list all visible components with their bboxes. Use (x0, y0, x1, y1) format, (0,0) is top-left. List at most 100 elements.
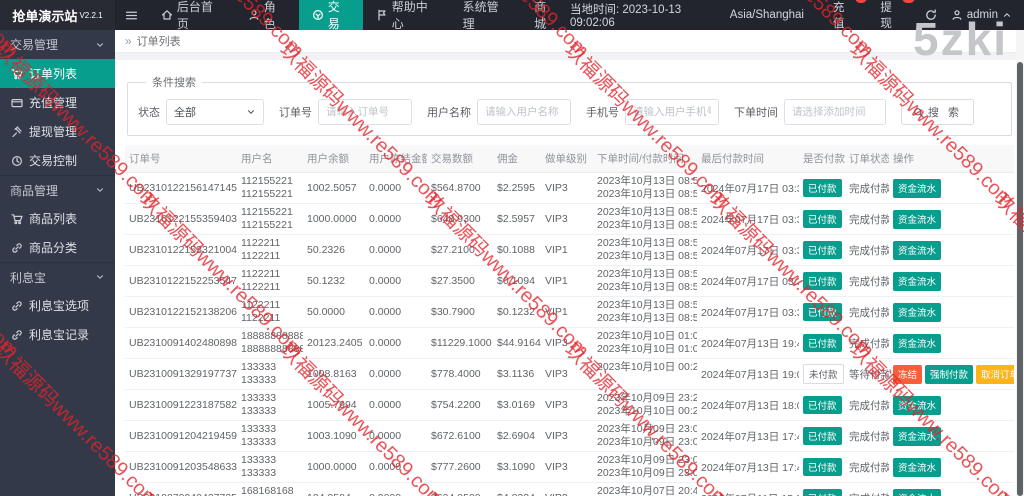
username-input[interactable] (477, 99, 571, 125)
column-header: 下单时间/付款时间 (593, 145, 697, 173)
action-button[interactable]: 资金流水 (893, 240, 942, 260)
user-balance: 50.0000 (303, 296, 365, 328)
order-time: 2023年10月09日 23:04:212023年10月09日 23:04:40 (593, 420, 697, 452)
user-balance: 50.2326 (303, 234, 365, 266)
status-select[interactable]: 全部 (166, 99, 264, 125)
table-row: UB2310091402480898 18888888888 18888888888… (125, 327, 1014, 359)
commission: $0.1094 (493, 265, 541, 297)
vertical-scrollbar[interactable] (1016, 30, 1024, 496)
frozen-amount: 0.0000 (365, 234, 427, 266)
user-balance: 1003.1090 (303, 420, 365, 452)
withdraw-badge: 0 (902, 0, 915, 3)
last-pay-time: 2024年07月11日 15:20:42 (697, 482, 799, 496)
sidebar-item[interactable]: 订单列表 (0, 59, 115, 88)
recharge-link[interactable]: 充值 3 (833, 0, 868, 31)
action-button[interactable]: 冻结 (893, 364, 923, 384)
user-menu[interactable]: admin (951, 9, 1012, 21)
commission: $2.6904 (493, 420, 541, 452)
level: VIP3 (541, 172, 593, 204)
sidebar-item[interactable]: 交易控制 (0, 146, 115, 175)
sidebar-group-title[interactable]: 利息宝 (0, 262, 115, 291)
trade-amount: $672.6100 (427, 420, 493, 452)
sidebar-item[interactable]: 利息宝记录 (0, 320, 115, 349)
action-button[interactable]: 资金流水 (893, 271, 942, 291)
order-status: 完成付款 (845, 451, 889, 483)
scrollbar-thumb[interactable] (1017, 62, 1023, 496)
withdraw-link[interactable]: 提现 0 (880, 0, 915, 31)
level: VIP3 (541, 389, 593, 421)
frozen-amount: 0.0000 (365, 451, 427, 483)
trade-amount: $754.2200 (427, 389, 493, 421)
action-button[interactable]: 取消订单 (976, 364, 1014, 384)
top-menu-item[interactable]: 商城 (521, 0, 570, 31)
level: VIP3 (541, 327, 593, 359)
action-button[interactable]: 资金流水 (893, 302, 942, 322)
content: 条件搜索 状态 全部 订单号 请输入订单号 用户名称 请输入用户名称 手机号 请… (115, 53, 1024, 496)
phone-input[interactable] (625, 99, 719, 125)
status-field: 状态 全部 (138, 99, 264, 125)
level: VIP3 (541, 420, 593, 452)
last-pay-time: 2024年07月13日 17:43:54 (697, 451, 799, 483)
order-no: UB2310091203548633 (125, 451, 237, 483)
order-input[interactable] (318, 99, 412, 125)
sidebar-group-title[interactable]: 商品管理 (0, 175, 115, 204)
order-time: 2023年10月13日 08:52:132023年10月13日 08:52:17 (593, 296, 697, 328)
order-status: 完成付款 (845, 172, 889, 204)
level: VIP3 (541, 451, 593, 483)
user-name: 133333 133333 (237, 358, 303, 390)
top-menu-item[interactable]: 后台首页 (148, 0, 235, 31)
user-name: 168168168158484898884 (237, 482, 303, 496)
table-row: UB23100709404277351681681681584848988841… (125, 482, 1014, 496)
actions-cell: 资金流水 (889, 420, 1014, 452)
order-label: 订单号 (279, 107, 312, 119)
level: VIP1 (541, 234, 593, 266)
action-button[interactable]: 资金流水 (893, 457, 942, 477)
orders-table: 订单号 用户名 用户余额 用户冻结金额 交易数额 佣金 做单级别 下单时间/付款时间 最后付款时… (125, 145, 1014, 496)
user-name: 112155221 112155221 (237, 172, 303, 204)
commission: $0.1232 (493, 296, 541, 328)
cart-icon (11, 213, 23, 225)
coin-icon (312, 9, 324, 21)
top-menu-item[interactable]: 帮助中心 (363, 0, 450, 31)
refresh-icon[interactable] (925, 9, 937, 21)
column-header: 订单状态 (845, 145, 889, 173)
ordertime-input[interactable] (784, 99, 886, 125)
sidebar-item[interactable]: 商品列表 (0, 204, 115, 233)
order-no: UB2310122152138206 (125, 296, 237, 328)
action-button[interactable]: 资金流水 (893, 209, 942, 229)
column-header: 交易数额 (427, 145, 493, 173)
breadcrumb: » 订单列表 (115, 30, 1024, 53)
link-icon (11, 329, 23, 341)
top-menu-item[interactable]: 系统管理 (450, 0, 522, 31)
trade-amount: $604.0500 (427, 482, 493, 496)
sidebar-item[interactable]: 提现管理 (0, 117, 115, 146)
paid-badge: 已付款 (803, 396, 842, 414)
action-button[interactable]: 资金流水 (893, 488, 942, 496)
frozen-amount: 0.0000 (365, 389, 427, 421)
order-time: 2023年10月07日 20:40:422023年10月07日 20:40:56 (593, 482, 697, 496)
app-version: V2.2.1 (79, 10, 103, 20)
top-menu-item[interactable]: 角色 (235, 0, 299, 31)
order-time: 2023年10月10日 01:02:482023年10月10日 01:02:58 (593, 327, 697, 359)
sidebar-item[interactable]: 商品分类 (0, 233, 115, 262)
sidebar-item[interactable]: 利息宝选项 (0, 291, 115, 320)
action-button[interactable]: 资金流水 (893, 395, 942, 415)
paid-badge: 已付款 (803, 272, 842, 290)
user-name: 133333 133333 (237, 389, 303, 421)
action-button[interactable]: 强制付款 (925, 364, 974, 384)
actions-cell: 冻结强制付款取消订单 (889, 358, 1014, 390)
breadcrumb-icon: » (125, 34, 132, 48)
sidebar-item[interactable]: 充值管理 (0, 88, 115, 117)
actions-cell: 资金流水 (889, 451, 1014, 483)
search-button[interactable]: 搜 索 (901, 99, 975, 125)
chevron-down-icon (95, 272, 105, 282)
paid-badge: 已付款 (803, 489, 842, 496)
frozen-amount: 0.0000 (365, 203, 427, 235)
frozen-amount: 0.0000 (365, 296, 427, 328)
hamburger-icon[interactable] (115, 0, 148, 30)
action-button[interactable]: 资金流水 (893, 426, 942, 446)
action-button[interactable]: 资金流水 (893, 333, 942, 353)
sidebar-group-title[interactable]: 交易管理 (0, 30, 115, 59)
top-menu-item[interactable]: 交易 (298, 0, 363, 31)
action-button[interactable]: 资金流水 (893, 178, 942, 198)
